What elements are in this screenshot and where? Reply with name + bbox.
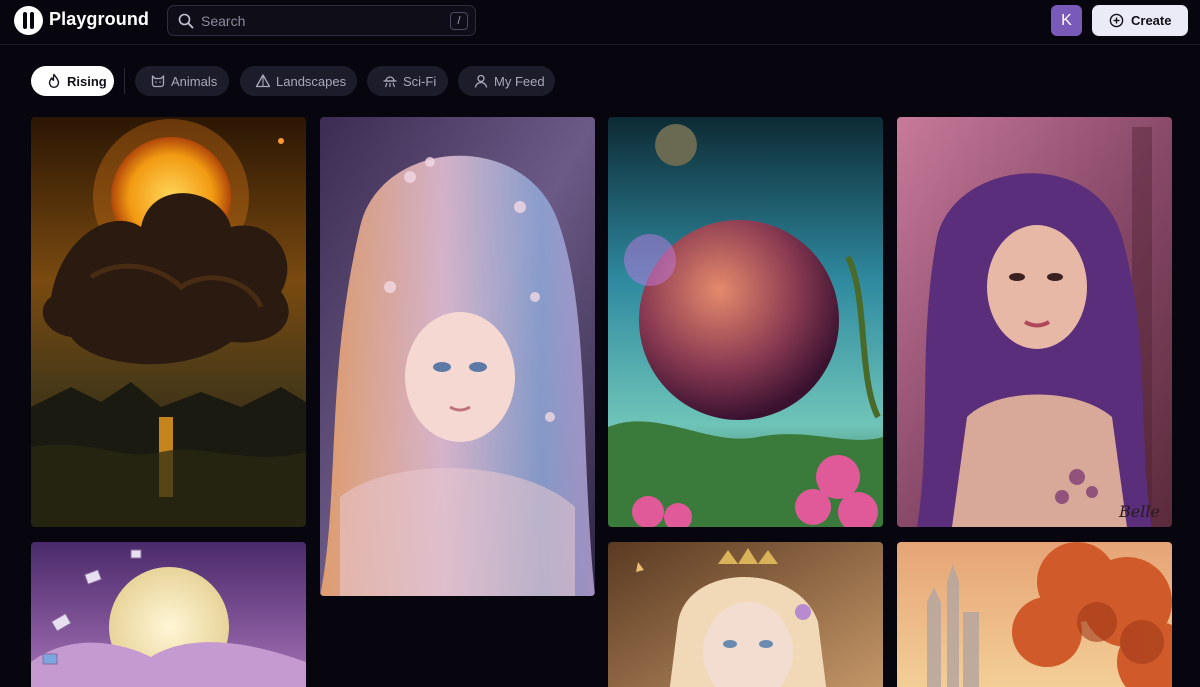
filter-label: Animals (171, 74, 218, 89)
filter-animals[interactable]: Animals (135, 66, 229, 96)
user-avatar[interactable]: K (1051, 5, 1082, 36)
artist-signature: Belle (1118, 502, 1160, 521)
gallery-card-castle[interactable] (897, 542, 1172, 687)
playground-logo-icon[interactable] (14, 6, 43, 35)
flame-icon (48, 73, 60, 88)
filter-label: Landscapes (276, 74, 347, 89)
gallery-card-moon[interactable] (31, 542, 306, 687)
gallery-image (608, 117, 883, 527)
top-bar: Playground / K Create (0, 0, 1200, 45)
ufo-icon (383, 76, 397, 88)
filter-my-feed[interactable]: My Feed (458, 66, 555, 96)
filter-label: My Feed (494, 74, 545, 89)
gallery-card-purple-woman[interactable]: Belle (897, 117, 1172, 527)
gallery-card-pastel-woman[interactable] (320, 117, 595, 596)
create-button[interactable]: Create (1092, 5, 1188, 36)
filter-label: Sci-Fi (403, 74, 437, 89)
filter-rising[interactable]: Rising (31, 66, 114, 96)
user-icon (474, 74, 488, 88)
search-input[interactable] (201, 11, 431, 31)
gallery-image (608, 542, 883, 687)
filter-divider (124, 68, 125, 94)
gallery-image (320, 117, 595, 596)
search-shortcut-hint: / (450, 12, 468, 30)
plus-circle-icon (1109, 13, 1124, 28)
gallery-card-eclipse[interactable] (31, 117, 306, 527)
filter-landscapes[interactable]: Landscapes (240, 66, 357, 96)
gallery-image (31, 542, 306, 687)
gallery-card-princess[interactable] (608, 542, 883, 687)
triangle-icon (255, 74, 271, 88)
gallery-image (897, 542, 1172, 687)
gallery-card-planet[interactable] (608, 117, 883, 527)
app-title[interactable]: Playground (49, 9, 149, 30)
filter-label: Rising (67, 74, 107, 89)
filter-scifi[interactable]: Sci-Fi (367, 66, 448, 96)
create-button-label: Create (1131, 13, 1172, 28)
gallery-image (31, 117, 306, 527)
gallery-image: Belle (897, 117, 1172, 527)
search-box[interactable]: / (167, 5, 476, 36)
search-icon (178, 13, 194, 29)
cat-icon (151, 75, 165, 88)
